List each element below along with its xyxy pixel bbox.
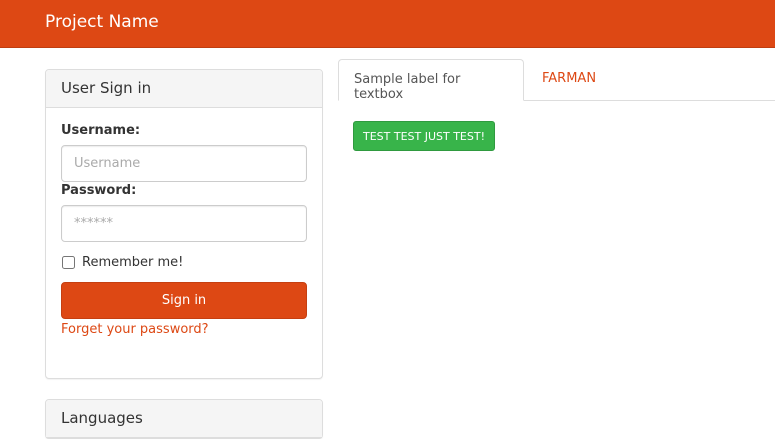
tab-bar: Sample label for textbox FARMAN xyxy=(338,59,775,102)
password-input[interactable] xyxy=(61,205,307,242)
remember-me: Remember me! xyxy=(61,255,307,270)
remember-me-label: Remember me! xyxy=(82,255,184,270)
languages-panel: Languages xyxy=(45,399,323,439)
top-navbar: Project Name xyxy=(0,0,775,48)
tab-sample-label[interactable]: Sample label for textbox xyxy=(338,59,524,102)
signin-panel-title: User Sign in xyxy=(46,70,322,108)
tab-farman[interactable]: FARMAN xyxy=(527,59,611,101)
test-button[interactable]: TEST TEST JUST TEST! xyxy=(353,121,495,151)
username-input[interactable] xyxy=(61,145,307,182)
password-label: Password: xyxy=(61,183,137,198)
forgot-password-link[interactable]: Forget your password? xyxy=(61,322,307,337)
brand-link[interactable]: Project Name xyxy=(45,12,159,32)
signin-form: Username: Password: Remember me! Sign in… xyxy=(46,108,322,337)
remember-me-checkbox[interactable] xyxy=(62,256,75,269)
username-label: Username: xyxy=(61,123,141,138)
sign-in-button[interactable]: Sign in xyxy=(61,282,307,319)
signin-panel: User Sign in Username: Password: Remembe… xyxy=(45,69,323,379)
languages-panel-title: Languages xyxy=(46,400,322,438)
